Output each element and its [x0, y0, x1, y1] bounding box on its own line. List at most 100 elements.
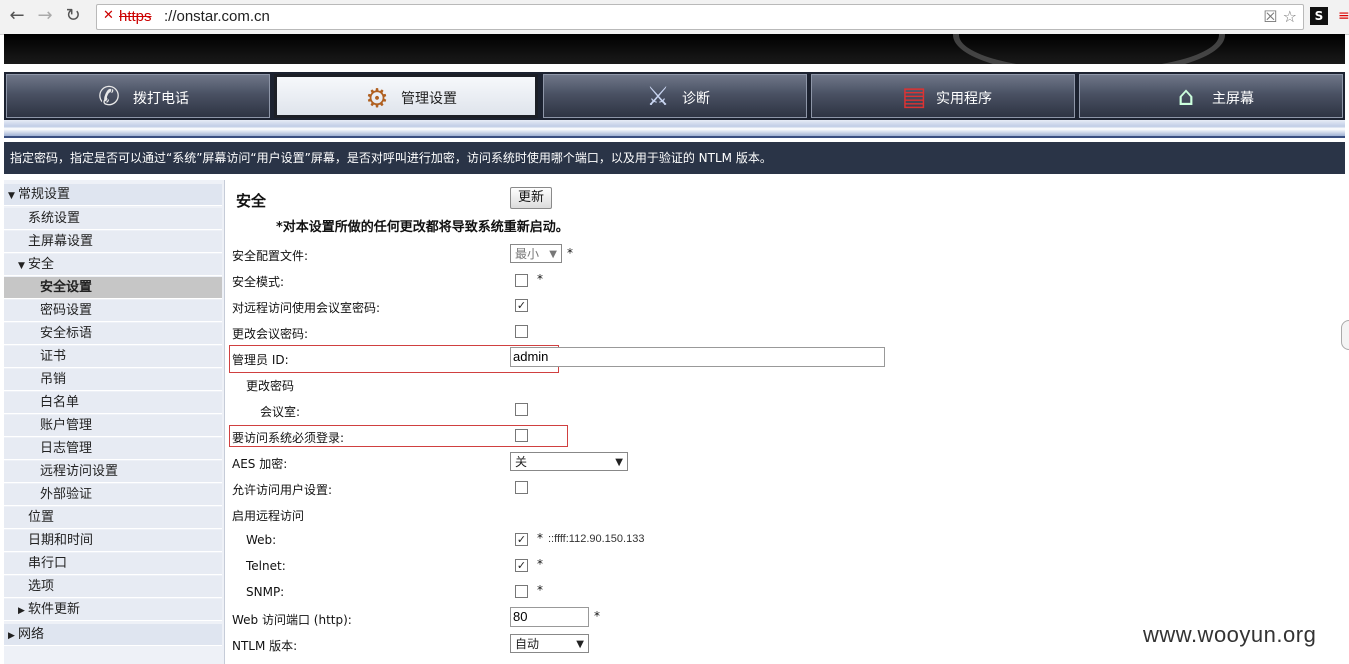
admin-id-label: 管理员 ID:	[232, 353, 289, 367]
sidebar-item-label: 白名单	[40, 395, 80, 410]
forward-arrow-icon[interactable]: →	[34, 5, 56, 27]
extension-icon[interactable]: S	[1310, 7, 1328, 25]
sidebar-item-general-settings[interactable]: ▼ 常规设置	[4, 184, 222, 206]
sidebar-item-revocation[interactable]: 吊销	[4, 369, 222, 391]
require-login-checkbox[interactable]	[515, 429, 528, 442]
tab-utilities[interactable]: ▤ 实用程序	[811, 74, 1075, 118]
sidebar-item-network[interactable]: ▶ 网络	[4, 624, 222, 646]
sidebar-item-options[interactable]: 选项	[4, 576, 222, 598]
security-mode-checkbox[interactable]	[515, 274, 528, 287]
sidebar-item-date-time[interactable]: 日期和时间	[4, 530, 222, 552]
toolbox-icon: ▤	[901, 82, 927, 112]
sidebar-item-log-management[interactable]: 日志管理	[4, 438, 222, 460]
aes-select[interactable]: 关 ▼	[510, 452, 628, 471]
sidebar-item-serial-port[interactable]: 串行口	[4, 553, 222, 575]
phone-icon: ✆	[98, 82, 120, 112]
web-label: Web:	[246, 533, 277, 547]
browser-menu-icon[interactable]: ≡	[1338, 7, 1349, 25]
home-icon: ⌂	[1177, 82, 1195, 112]
restart-warning: *对本设置所做的任何更改都将导致系统重新启动。	[276, 220, 569, 235]
snmp-checkbox[interactable]	[515, 585, 528, 598]
allow-user-settings-checkbox[interactable]	[515, 481, 528, 494]
insecure-lock-icon: ✕	[103, 8, 114, 23]
back-arrow-icon[interactable]: ←	[6, 5, 28, 27]
sidebar-item-whitelist[interactable]: 白名单	[4, 392, 222, 414]
security-profile-value: 最小	[515, 247, 540, 261]
expand-arrow-icon: ▼	[18, 261, 25, 271]
required-star: *	[594, 609, 600, 623]
ntlm-value: 自动	[515, 637, 540, 651]
security-mode-label: 安全模式:	[232, 275, 285, 289]
sidebar-item-label: 安全	[28, 257, 55, 272]
sidebar-item-security-banner[interactable]: 安全标语	[4, 323, 222, 345]
watermark: www.wooyun.org	[1143, 622, 1317, 647]
meeting-room-checkbox[interactable]	[515, 403, 528, 416]
page-description: 指定密码，指定是否可以通过“系统”屏幕访问“用户设置”屏幕，是否对呼叫进行加密，…	[4, 142, 1345, 174]
dropdown-arrow-icon: ▼	[576, 639, 584, 650]
tab-dial[interactable]: ✆ 拨打电话	[6, 74, 270, 118]
url-host: ://onstar.com.cn	[164, 8, 270, 25]
sidebar-item-label: 网络	[18, 627, 45, 642]
sidebar-item-label: 远程访问设置	[40, 464, 119, 479]
telnet-checkbox[interactable]: ✓	[515, 559, 528, 572]
sidebar: ▼ 常规设置 系统设置 主屏幕设置 ▼ 安全 安全设置 密码设置 安全标语 证书 吊…	[4, 180, 225, 664]
tab-home[interactable]: ⌂ 主屏幕	[1079, 74, 1343, 118]
page-title: 安全	[236, 192, 267, 210]
snmp-label: SNMP:	[246, 585, 285, 599]
sidebar-item-security-settings[interactable]: 安全设置	[4, 277, 222, 299]
banner-decoration	[953, 34, 1225, 64]
meeting-pw-remote-checkbox[interactable]: ✓	[515, 299, 528, 312]
sidebar-item-password-settings[interactable]: 密码设置	[4, 300, 222, 322]
address-bar[interactable]: ✕ https ://onstar.com.cn ☒ ☆	[96, 4, 1304, 30]
sidebar-item-label: 选项	[28, 579, 55, 594]
tab-diagnostics[interactable]: ⚔ 诊断	[543, 74, 807, 118]
diagnostics-icon: ⚔	[646, 82, 670, 112]
change-password-label: 更改密码	[246, 379, 295, 393]
admin-id-input[interactable]	[510, 347, 885, 367]
sidebar-item-system-settings[interactable]: 系统设置	[4, 208, 222, 230]
sidebar-item-label: 系统设置	[28, 211, 81, 226]
security-profile-select[interactable]: 最小 ▼	[510, 244, 562, 263]
ntlm-label: NTLM 版本:	[232, 639, 298, 653]
sidebar-item-software-update[interactable]: ▶ 软件更新	[4, 599, 222, 621]
sidebar-item-certificates[interactable]: 证书	[4, 346, 222, 368]
dropdown-arrow-icon: ▼	[549, 249, 557, 260]
admin-settings-icon: ⚙	[365, 84, 389, 114]
sidebar-item-location[interactable]: 位置	[4, 507, 222, 529]
sidebar-item-label: 位置	[28, 510, 55, 525]
telnet-label: Telnet:	[246, 559, 286, 573]
browser-toolbar: ← → ↻ ✕ https ://onstar.com.cn ☒ ☆ S ≡	[0, 0, 1349, 35]
allow-user-settings-label: 允许访问用户设置:	[232, 483, 333, 497]
sidebar-item-label: 常规设置	[18, 187, 71, 202]
sidebar-item-label: 密码设置	[40, 303, 93, 318]
meeting-pw-remote-label: 对远程访问使用会议室密码:	[232, 301, 381, 315]
web-port-input[interactable]	[510, 607, 589, 627]
security-profile-label: 安全配置文件:	[232, 249, 309, 263]
tab-admin-settings-label: 管理设置	[401, 91, 457, 107]
sidebar-item-home-screen-settings[interactable]: 主屏幕设置	[4, 231, 222, 253]
reload-icon[interactable]: ↻	[62, 5, 84, 27]
top-banner	[4, 34, 1345, 64]
sidebar-item-label: 安全设置	[40, 280, 93, 295]
web-port-label: Web 访问端口 (http):	[232, 613, 352, 627]
sidebar-item-external-auth[interactable]: 外部验证	[4, 484, 222, 506]
required-star: *	[537, 272, 543, 286]
required-star: *	[537, 531, 543, 545]
sidebar-item-label: 日期和时间	[28, 533, 94, 548]
main-nav: ✆ 拨打电话 ⚙ 管理设置 ⚔ 诊断 ▤ 实用程序 ⌂ 主屏幕	[4, 72, 1345, 120]
web-checkbox[interactable]: ✓	[515, 533, 528, 546]
sidebar-item-label: 日志管理	[40, 441, 93, 456]
dropdown-arrow-icon: ▼	[615, 457, 623, 468]
sidebar-item-account-management[interactable]: 账户管理	[4, 415, 222, 437]
change-meeting-pw-checkbox[interactable]	[515, 325, 528, 338]
sidebar-item-remote-access-settings[interactable]: 远程访问设置	[4, 461, 222, 483]
ntlm-select[interactable]: 自动 ▼	[510, 634, 589, 653]
tab-utilities-label: 实用程序	[936, 91, 992, 107]
required-star: *	[537, 557, 543, 571]
update-button[interactable]: 更新	[510, 187, 552, 209]
tab-admin-settings[interactable]: ⚙ 管理设置	[274, 74, 538, 118]
side-scroll-handle[interactable]	[1341, 320, 1349, 350]
enable-remote-label: 启用远程访问	[232, 509, 305, 523]
bookmark-star-icon[interactable]: ☒ ☆	[1263, 7, 1297, 26]
sidebar-item-security[interactable]: ▼ 安全	[4, 254, 222, 276]
